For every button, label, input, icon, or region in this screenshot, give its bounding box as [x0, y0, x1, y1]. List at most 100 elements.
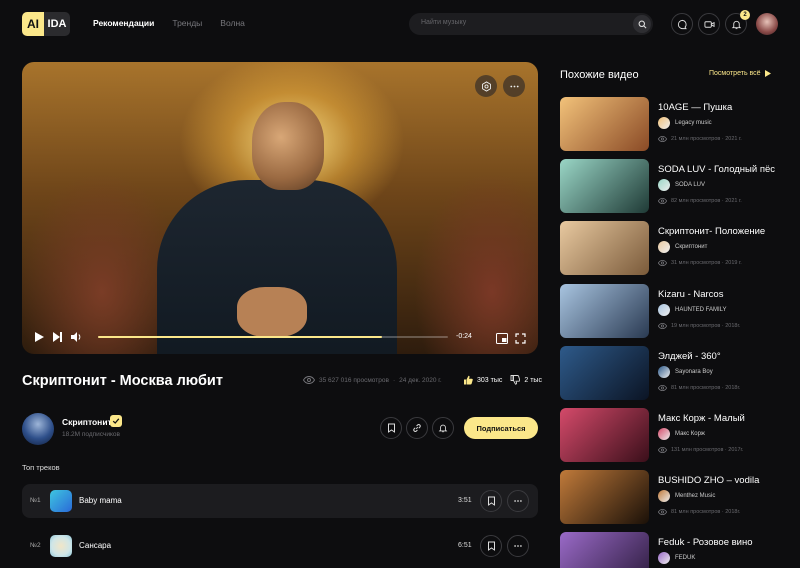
related-channel[interactable]: Скриптонит: [658, 241, 707, 253]
miniplayer-button[interactable]: [496, 331, 508, 345]
related-video-title[interactable]: 10AGE — Пушка: [658, 102, 732, 113]
track-cover: [50, 535, 72, 557]
related-meta-text: 81 млн просмотров · 2018г.: [671, 385, 741, 391]
related-video-title[interactable]: Элджей - 360°: [658, 351, 721, 362]
see-all-label: Посмотреть всё: [709, 70, 761, 77]
related-channel[interactable]: Sayonara Boy: [658, 366, 713, 378]
nav-wave[interactable]: Волна: [220, 18, 245, 28]
eye-icon: [303, 376, 315, 384]
related-channel[interactable]: SODA LUV: [658, 179, 705, 191]
track-row[interactable]: №1 Baby mama 3:51: [22, 484, 538, 518]
video-thumbnail[interactable]: [560, 97, 649, 151]
track-bookmark-button[interactable]: [480, 535, 502, 557]
channel-name[interactable]: Скриптонит: [62, 417, 112, 427]
related-channel[interactable]: HAUNTED FAMILY: [658, 304, 727, 316]
eye-icon: [658, 323, 667, 329]
related-video[interactable]: Элджей - 360° Sayonara Boy 81 млн просмотр…: [560, 346, 780, 400]
search-bar[interactable]: Найти музыку: [409, 13, 653, 35]
next-button[interactable]: [52, 330, 63, 344]
notifications-button[interactable]: 2: [725, 10, 750, 35]
dot-separator: ·: [392, 376, 396, 384]
play-button[interactable]: [34, 330, 45, 344]
related-title: Похожие видео: [560, 69, 639, 81]
related-channel[interactable]: FEDUK: [658, 552, 695, 564]
subscriber-count: 18.2М подписчиков: [62, 431, 120, 438]
related-video-title[interactable]: Скриптонит- Положение: [658, 226, 765, 237]
track-more-button[interactable]: [507, 535, 529, 557]
track-more-button[interactable]: [507, 490, 529, 512]
related-channel-name: FEDUK: [675, 555, 696, 561]
volume-icon: [71, 332, 81, 342]
channel-avatar[interactable]: [22, 413, 54, 445]
logo[interactable]: AI IDA: [22, 12, 70, 36]
link-icon: [413, 424, 421, 432]
related-channel[interactable]: Legacy music: [658, 117, 712, 129]
video-player[interactable]: -0:24: [22, 62, 538, 354]
video-thumbnail[interactable]: [560, 284, 649, 338]
related-channel-name: HAUNTED FAMILY: [675, 307, 727, 313]
video-thumbnail[interactable]: [560, 470, 649, 524]
thumbs-down-icon[interactable]: [510, 375, 521, 385]
video-thumbnail[interactable]: [560, 408, 649, 462]
video-thumbnail[interactable]: [560, 221, 649, 275]
bookmark-button[interactable]: [380, 417, 402, 439]
related-channel[interactable]: Menthez Music: [658, 490, 715, 502]
video-thumbnail[interactable]: [560, 346, 649, 400]
user-avatar[interactable]: [756, 13, 778, 35]
channel-mini-avatar: [658, 241, 670, 253]
related-video[interactable]: Скриптонит- Положение Скриптонит 31 млн пр…: [560, 221, 780, 275]
track-name: Baby mama: [79, 496, 122, 505]
share-link-button[interactable]: [406, 417, 428, 439]
search-input[interactable]: Найти музыку: [421, 19, 466, 26]
video-stats: 35 627 016 просмотров · 24 дек. 2020 г.: [303, 376, 442, 384]
related-meta: 31 млн просмотров · 2019 г.: [658, 260, 742, 266]
header: AI IDA Рекомендации Тренды Волна Найти м…: [0, 0, 800, 50]
top-tracks-title: Топ треков: [22, 463, 60, 472]
search-button[interactable]: [633, 15, 651, 33]
player-more-button[interactable]: [503, 75, 525, 97]
eye-icon: [658, 509, 667, 515]
chat-icon: [677, 19, 687, 29]
fullscreen-button[interactable]: [515, 331, 526, 345]
bookmark-icon: [387, 423, 395, 433]
track-duration: 6:51: [458, 542, 472, 549]
messages-button[interactable]: [671, 13, 693, 35]
related-video[interactable]: Kizaru - Narcos HAUNTED FAMILY 19 млн прос…: [560, 284, 780, 338]
fullscreen-icon: [515, 332, 526, 344]
volume-button[interactable]: [70, 330, 82, 344]
more-icon: [514, 500, 522, 502]
video-thumbnail[interactable]: [560, 159, 649, 213]
related-video-title[interactable]: BUSHIDO ZHO – vodila: [658, 475, 759, 486]
logo-ida: IDA: [44, 12, 70, 36]
related-video[interactable]: SODA LUV - Голодный пёс SODA LUV 82 млн пр…: [560, 159, 780, 213]
subscribe-button[interactable]: Подписаться: [464, 417, 538, 439]
related-video[interactable]: 10AGE — Пушка Legacy music 21 млн просмотр…: [560, 97, 780, 151]
video-frame: [157, 102, 397, 354]
track-name: Сансара: [79, 541, 112, 550]
settings-button[interactable]: [475, 75, 497, 97]
related-video[interactable]: Макс Корж - Малый Макс Корж 131 млн просмо…: [560, 408, 780, 462]
related-channel[interactable]: Макс Корж: [658, 428, 705, 440]
nav-recommendations[interactable]: Рекомендации: [93, 18, 154, 28]
notify-button[interactable]: [432, 417, 454, 439]
eye-icon: [658, 198, 667, 204]
related-meta: 82 млн просмотров · 2021 г.: [658, 198, 742, 204]
gear-icon: [481, 80, 491, 92]
nav-trends[interactable]: Тренды: [172, 18, 202, 28]
track-row[interactable]: №2 Сансара 6:51: [22, 529, 538, 563]
video-button[interactable]: [698, 13, 720, 35]
see-all-link[interactable]: Посмотреть всё: [709, 70, 771, 77]
thumbs-up-icon[interactable]: [463, 375, 473, 385]
related-video-title[interactable]: Макс Корж - Малый: [658, 413, 745, 424]
related-video-title[interactable]: SODA LUV - Голодный пёс: [658, 164, 775, 175]
rating-bar: 303 тыс 2 тыс: [463, 375, 542, 385]
related-video[interactable]: Feduk - Розовое вино FEDUK: [560, 532, 780, 568]
main-nav: Рекомендации Тренды Волна: [93, 18, 245, 28]
progress-bar[interactable]: [98, 336, 448, 338]
dislike-count: 2 тыс: [524, 376, 542, 384]
video-thumbnail[interactable]: [560, 532, 649, 568]
related-video-title[interactable]: Feduk - Розовое вино: [658, 537, 753, 548]
related-video-title[interactable]: Kizaru - Narcos: [658, 289, 723, 300]
track-bookmark-button[interactable]: [480, 490, 502, 512]
related-video[interactable]: BUSHIDO ZHO – vodila Menthez Music 81 млн …: [560, 470, 780, 524]
